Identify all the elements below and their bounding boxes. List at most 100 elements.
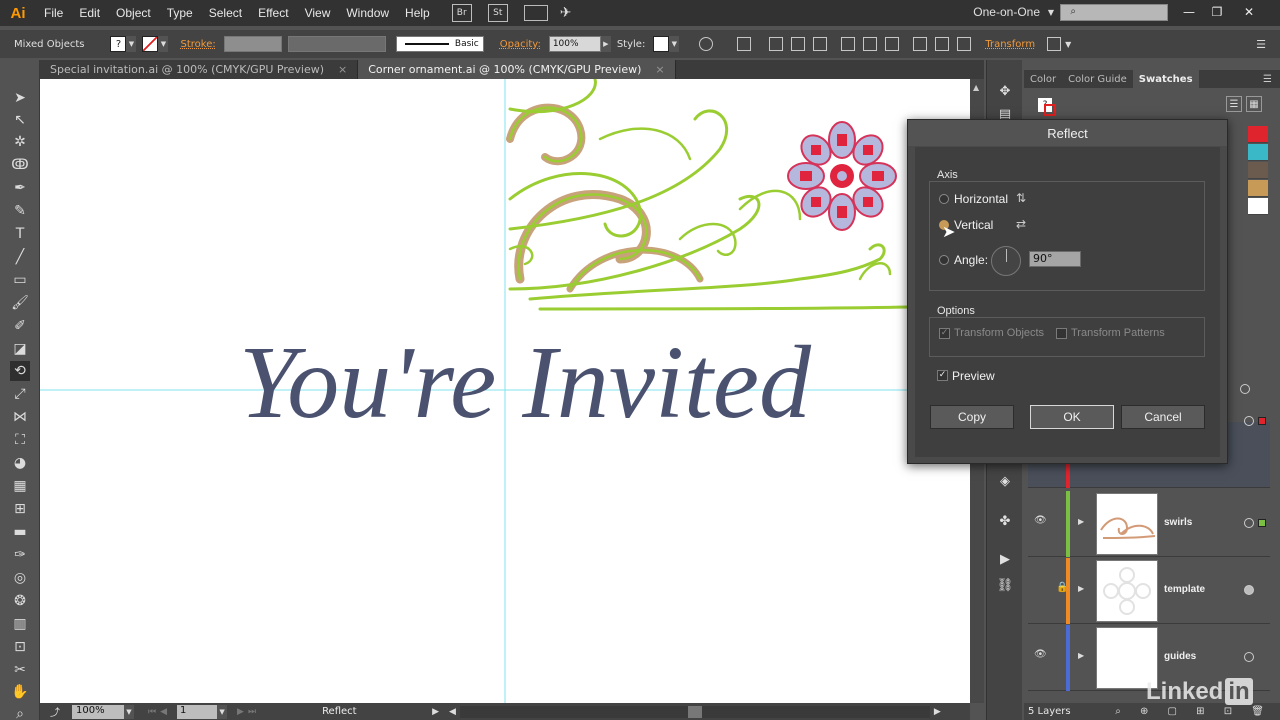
zoom-dropdown[interactable]: ▼ (124, 704, 134, 719)
align-top-icon[interactable] (841, 37, 856, 51)
bridge-button[interactable]: Br (451, 4, 472, 22)
menu-file[interactable]: File (36, 6, 71, 20)
width-tool-icon[interactable]: ⋈ (10, 407, 30, 427)
tab-swatches[interactable]: Swatches (1132, 70, 1199, 88)
swatch-stroke-indicator[interactable] (1044, 104, 1056, 116)
thumbnail-view-icon[interactable]: ▦ (1246, 96, 1262, 112)
copy-button[interactable]: Copy (930, 405, 1014, 429)
horizontal-radio[interactable] (939, 194, 949, 204)
direct-selection-tool-icon[interactable]: ↖ (10, 110, 30, 130)
actions-play-icon[interactable]: ▶ (996, 550, 1014, 568)
align-right-icon[interactable] (813, 37, 828, 51)
layer-selection-square[interactable] (1258, 519, 1266, 527)
isolate-icon[interactable] (1047, 37, 1062, 51)
graphic-style-swatch[interactable] (653, 36, 670, 52)
workspace-switcher[interactable]: One-on-One (973, 5, 1040, 19)
expand-triangle-icon[interactable]: ▶ (1078, 584, 1084, 593)
preview-checkbox[interactable]: ✓ (937, 370, 948, 381)
reflect-tool-icon[interactable]: ⟲ (10, 361, 30, 381)
horizontal-scroll-thumb[interactable] (687, 705, 702, 718)
style-dropdown[interactable]: ▼ (669, 36, 680, 52)
menu-view[interactable]: View (297, 6, 339, 20)
selection-tool-icon[interactable]: ➤ (10, 88, 30, 108)
slice-tool-icon[interactable]: ✂ (10, 660, 30, 680)
hscroll-right-icon[interactable]: ▶ (934, 707, 941, 717)
opacity-field[interactable]: 100% (548, 36, 601, 52)
menu-object[interactable]: Object (108, 6, 159, 20)
control-menu-icon[interactable]: ☰ (1256, 38, 1266, 51)
close-tab-icon[interactable]: × (338, 63, 347, 76)
expand-triangle-icon[interactable]: ▶ (1078, 517, 1084, 526)
menu-help[interactable]: Help (397, 6, 438, 20)
status-menu-icon[interactable]: ▶ (432, 707, 439, 717)
transform-patterns-checkbox[interactable] (1056, 328, 1067, 339)
shape-builder-tool-icon[interactable]: ◕ (10, 453, 30, 473)
magic-wand-tool-icon[interactable]: ✲ (10, 132, 30, 152)
angle-label[interactable]: Angle: (954, 253, 988, 267)
artboard-canvas[interactable]: You're Invited (40, 79, 970, 703)
artboard-nav-prev[interactable]: ⏮◀ (148, 707, 171, 717)
align-to-icon[interactable] (737, 37, 752, 51)
tab-color[interactable]: Color (1024, 70, 1062, 88)
preview-label[interactable]: Preview (952, 369, 995, 383)
layer-target-icon[interactable] (1244, 416, 1254, 426)
symbol-sprayer-tool-icon[interactable]: ❂ (10, 591, 30, 611)
horizontal-scrollbar[interactable] (459, 705, 930, 718)
arrange-documents-icon[interactable] (523, 5, 548, 21)
artboard-tool-icon[interactable]: ⊡ (10, 637, 30, 657)
swatch-cell[interactable] (1248, 144, 1268, 161)
curvature-tool-icon[interactable]: ✎ (10, 201, 30, 221)
menu-effect[interactable]: Effect (250, 6, 296, 20)
swatch-cell[interactable] (1248, 126, 1268, 143)
artboard-nav-next[interactable]: ▶⏭ (237, 707, 260, 717)
expand-triangle-icon[interactable]: ▶ (1078, 651, 1084, 660)
layer-target-icon[interactable] (1244, 585, 1254, 595)
layer-target-icon[interactable] (1244, 652, 1254, 662)
stroke-dropdown[interactable]: ▼ (158, 36, 169, 52)
brush-definition[interactable]: Basic (395, 36, 484, 52)
ok-button[interactable]: OK (1030, 405, 1114, 429)
properties-icon[interactable]: ✥ (996, 82, 1014, 100)
eyedropper-tool-icon[interactable]: ✑ (10, 545, 30, 565)
opacity-dropdown[interactable]: ▶ (600, 36, 611, 52)
hscroll-left-icon[interactable]: ◀ (449, 707, 456, 717)
free-transform-tool-icon[interactable]: ⛶ (10, 430, 30, 450)
type-tool-icon[interactable]: T (10, 224, 30, 244)
layer-row-template[interactable]: 🔒 ▶ template (1028, 558, 1270, 624)
layers-footer-icons[interactable]: ⌕ ⊕ ▢ ⊞ ⊡ 🗑 (1115, 706, 1272, 717)
align-bottom-icon[interactable] (885, 37, 900, 51)
isolate-dropdown-icon[interactable]: ▼ (1065, 40, 1071, 49)
menu-window[interactable]: Window (338, 6, 397, 20)
blend-tool-icon[interactable]: ◎ (10, 568, 30, 588)
pen-tool-icon[interactable]: ✒ (10, 178, 30, 198)
list-view-icon[interactable]: ☰ (1226, 96, 1242, 112)
menu-select[interactable]: Select (201, 6, 250, 20)
close-tab-icon[interactable]: × (655, 63, 664, 76)
layer-target-icon[interactable] (1244, 518, 1254, 528)
zoom-level-field[interactable]: 100% (72, 704, 124, 719)
symbols-icon[interactable]: ✤ (996, 512, 1014, 530)
artboard-dropdown[interactable]: ▼ (217, 704, 228, 719)
rectangle-tool-icon[interactable]: ▭ (10, 270, 30, 290)
mesh-tool-icon[interactable]: ⊞ (10, 499, 30, 519)
paintbrush-tool-icon[interactable]: 🖌 (10, 293, 30, 313)
swatch-cell[interactable] (1248, 180, 1268, 197)
cancel-button[interactable]: Cancel (1121, 405, 1205, 429)
close-window-button[interactable]: ✕ (1238, 2, 1260, 22)
variable-width-profile[interactable] (287, 36, 386, 52)
layer-target-icon[interactable] (1240, 384, 1250, 394)
menu-type[interactable]: Type (159, 6, 201, 20)
tab-color-guide[interactable]: Color Guide (1062, 70, 1133, 88)
restore-button[interactable]: ❐ (1206, 2, 1228, 22)
share-icon[interactable]: ⤴ (50, 704, 60, 719)
tab-corner-ornament[interactable]: Corner ornament.ai @ 100% (CMYK/GPU Prev… (358, 60, 676, 79)
layer-name[interactable]: swirls (1164, 517, 1192, 528)
eraser-tool-icon[interactable]: ◪ (10, 339, 30, 359)
transform-objects-checkbox[interactable]: ✓ (939, 328, 950, 339)
swirl-ornament[interactable] (506, 79, 912, 311)
scale-tool-icon[interactable]: ⤢ (10, 384, 30, 404)
distribute-center-icon[interactable] (935, 37, 950, 51)
column-graph-tool-icon[interactable]: ▥ (10, 614, 30, 634)
minimize-button[interactable]: — (1178, 2, 1200, 22)
swatch-cell[interactable] (1248, 198, 1268, 215)
